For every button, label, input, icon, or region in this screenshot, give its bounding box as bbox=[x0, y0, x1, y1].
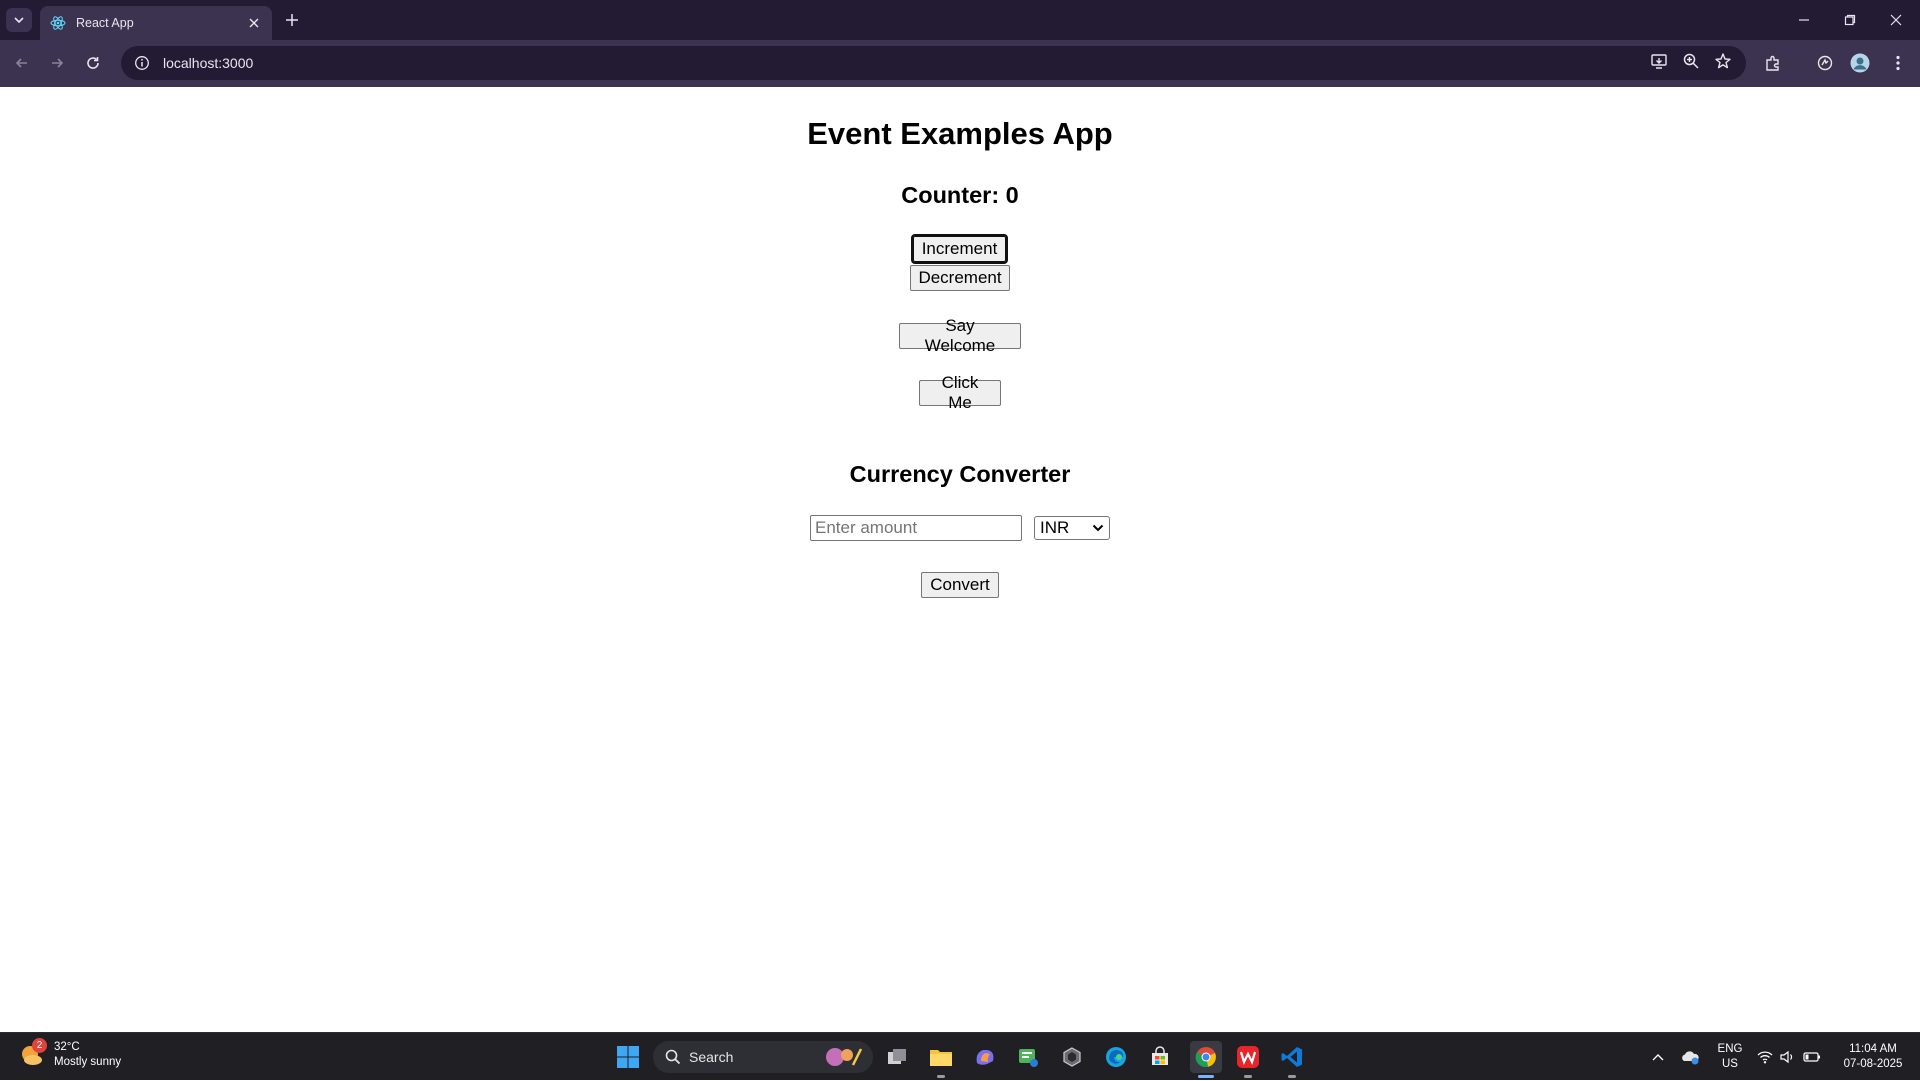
region-code: US bbox=[1722, 1058, 1738, 1070]
windows-taskbar: 2 32°C Mostly sunny Search ENG US 11:04 … bbox=[0, 1032, 1920, 1080]
extensions-puzzle-icon[interactable] bbox=[1762, 52, 1784, 74]
task-view-icon[interactable] bbox=[881, 1041, 913, 1073]
close-window-icon[interactable] bbox=[1873, 0, 1919, 40]
url-text: localhost:3000 bbox=[163, 55, 254, 71]
windows-start-icon[interactable] bbox=[612, 1041, 644, 1073]
language-indicator[interactable]: ENG US bbox=[1712, 1033, 1748, 1081]
microsoft-store-icon[interactable] bbox=[1144, 1041, 1176, 1073]
forward-arrow-icon[interactable] bbox=[46, 52, 68, 74]
say-welcome-button[interactable]: Say Welcome bbox=[899, 316, 1021, 355]
vscode-icon[interactable] bbox=[1276, 1041, 1308, 1078]
bookmark-star-icon[interactable] bbox=[1714, 52, 1732, 75]
wifi-icon[interactable] bbox=[1755, 1033, 1775, 1081]
chevron-up-icon[interactable] bbox=[1648, 1033, 1668, 1081]
weather-badge: 2 bbox=[32, 1038, 47, 1053]
back-arrow-icon[interactable] bbox=[11, 52, 33, 74]
convert-button[interactable]: Convert bbox=[921, 572, 999, 598]
amount-input[interactable] bbox=[810, 515, 1022, 541]
more-menu-icon[interactable] bbox=[1887, 52, 1909, 74]
battery-icon[interactable] bbox=[1801, 1033, 1823, 1081]
browser-tab-bar: React App bbox=[0, 0, 1920, 40]
omnibox-actions bbox=[1650, 46, 1732, 80]
install-app-icon[interactable] bbox=[1650, 52, 1668, 75]
profile-avatar-icon[interactable] bbox=[1849, 52, 1871, 74]
close-tab-icon[interactable] bbox=[246, 15, 262, 31]
page-title: Event Examples App bbox=[807, 116, 1113, 151]
performance-icon[interactable] bbox=[1814, 52, 1836, 74]
converter-heading: Currency Converter bbox=[849, 461, 1071, 487]
weather-widget[interactable]: 2 32°C Mostly sunny bbox=[18, 1038, 122, 1070]
tab-title: React App bbox=[76, 16, 134, 30]
media-app-icon[interactable] bbox=[1012, 1041, 1044, 1073]
language-code: ENG bbox=[1717, 1043, 1743, 1055]
clock-date: 07-08-2025 bbox=[1843, 1058, 1903, 1070]
browser-tab[interactable]: React App bbox=[40, 6, 272, 40]
new-tab-icon[interactable] bbox=[282, 10, 302, 30]
browser-toolbar: localhost:3000 bbox=[0, 40, 1920, 87]
zoom-icon[interactable] bbox=[1682, 52, 1700, 75]
minimize-icon[interactable] bbox=[1781, 0, 1827, 40]
edge-browser-icon[interactable] bbox=[1100, 1041, 1132, 1073]
clock-time: 11:04 AM bbox=[1849, 1043, 1897, 1055]
reload-icon[interactable] bbox=[82, 52, 104, 74]
counter-heading: Counter: 0 bbox=[901, 182, 1019, 208]
react-logo-icon bbox=[50, 15, 66, 31]
page-content: Event Examples App Counter: 0 Increment … bbox=[0, 87, 1920, 1032]
file-explorer-icon[interactable] bbox=[925, 1041, 957, 1078]
restore-icon[interactable] bbox=[1827, 0, 1873, 40]
address-bar[interactable]: localhost:3000 bbox=[121, 46, 1746, 80]
search-icon bbox=[665, 1049, 681, 1065]
currency-select[interactable]: INR bbox=[1034, 516, 1110, 540]
copilot-icon[interactable] bbox=[969, 1041, 1001, 1073]
chevron-down-icon bbox=[1092, 524, 1104, 532]
search-label: Search bbox=[689, 1049, 734, 1065]
sun-cloud-icon: 2 bbox=[18, 1038, 47, 1069]
decrement-button[interactable]: Decrement bbox=[910, 265, 1010, 291]
weather-temp: 32°C bbox=[54, 1041, 80, 1053]
clock[interactable]: 11:04 AM 07-08-2025 bbox=[1832, 1033, 1914, 1081]
taskbar-search[interactable]: Search bbox=[653, 1041, 873, 1073]
volume-icon[interactable] bbox=[1777, 1033, 1797, 1081]
dev-tool-icon[interactable] bbox=[1056, 1041, 1088, 1073]
site-info-icon[interactable] bbox=[125, 46, 159, 80]
tab-search-button[interactable] bbox=[6, 8, 32, 32]
search-highlight-icon bbox=[826, 1048, 863, 1066]
weather-desc: Mostly sunny bbox=[54, 1056, 122, 1068]
increment-button[interactable]: Increment bbox=[911, 234, 1008, 264]
chevron-down-icon bbox=[14, 17, 24, 24]
wps-office-icon[interactable] bbox=[1232, 1041, 1264, 1078]
currency-selected-value: INR bbox=[1040, 518, 1070, 537]
click-me-button[interactable]: Click Me bbox=[919, 373, 1001, 412]
chrome-taskbar-icon[interactable] bbox=[1190, 1041, 1222, 1078]
onedrive-icon[interactable] bbox=[1678, 1033, 1702, 1081]
